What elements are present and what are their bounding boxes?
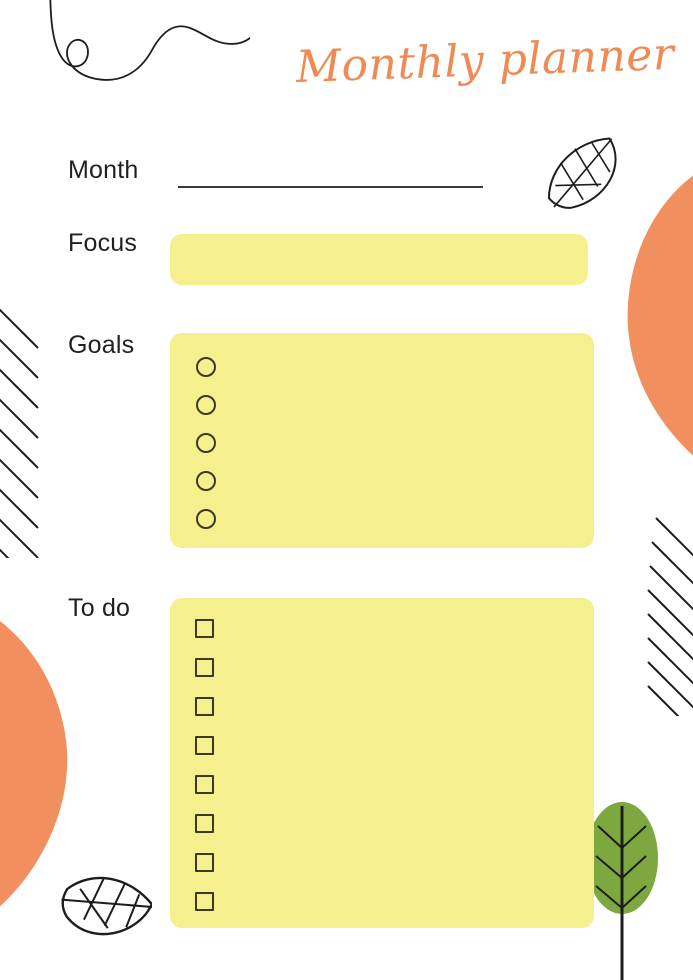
goals-label: Goals [68, 331, 135, 359]
focus-label: Focus [68, 229, 138, 257]
todo-checkbox[interactable] [195, 619, 214, 638]
squiggle-doodle-icon [49, 0, 250, 81]
goal-circle-bullet[interactable] [196, 509, 216, 529]
focus-input-box[interactable] [170, 234, 588, 285]
page-title: Monthly planner [295, 28, 676, 93]
month-label: Month [68, 156, 139, 184]
goal-circle-bullet[interactable] [196, 471, 216, 491]
goal-circle-bullet[interactable] [196, 433, 216, 453]
goal-circle-bullet[interactable] [196, 357, 216, 377]
leaf-outline-icon [547, 137, 617, 209]
leaf-outline-icon [61, 876, 152, 936]
todo-checkbox[interactable] [195, 736, 214, 755]
orange-blob-shape [627, 175, 693, 456]
todo-input-box[interactable] [170, 598, 594, 928]
monthly-planner-page: Monthly planner Month Focus Goals To do [0, 0, 693, 980]
goals-input-box[interactable] [170, 333, 594, 548]
orange-blob-shape [0, 621, 68, 907]
todo-checkbox[interactable] [195, 814, 214, 833]
todo-checkbox[interactable] [195, 775, 214, 794]
todo-label: To do [68, 594, 131, 622]
diagonal-hatch-pattern [0, 296, 50, 558]
todo-checkbox[interactable] [195, 892, 214, 911]
todo-checkbox[interactable] [195, 658, 214, 677]
diagonal-hatch-pattern [644, 516, 693, 716]
todo-checkbox[interactable] [195, 853, 214, 872]
todo-checkbox[interactable] [195, 697, 214, 716]
month-input-line[interactable] [178, 186, 483, 188]
goal-circle-bullet[interactable] [196, 395, 216, 415]
